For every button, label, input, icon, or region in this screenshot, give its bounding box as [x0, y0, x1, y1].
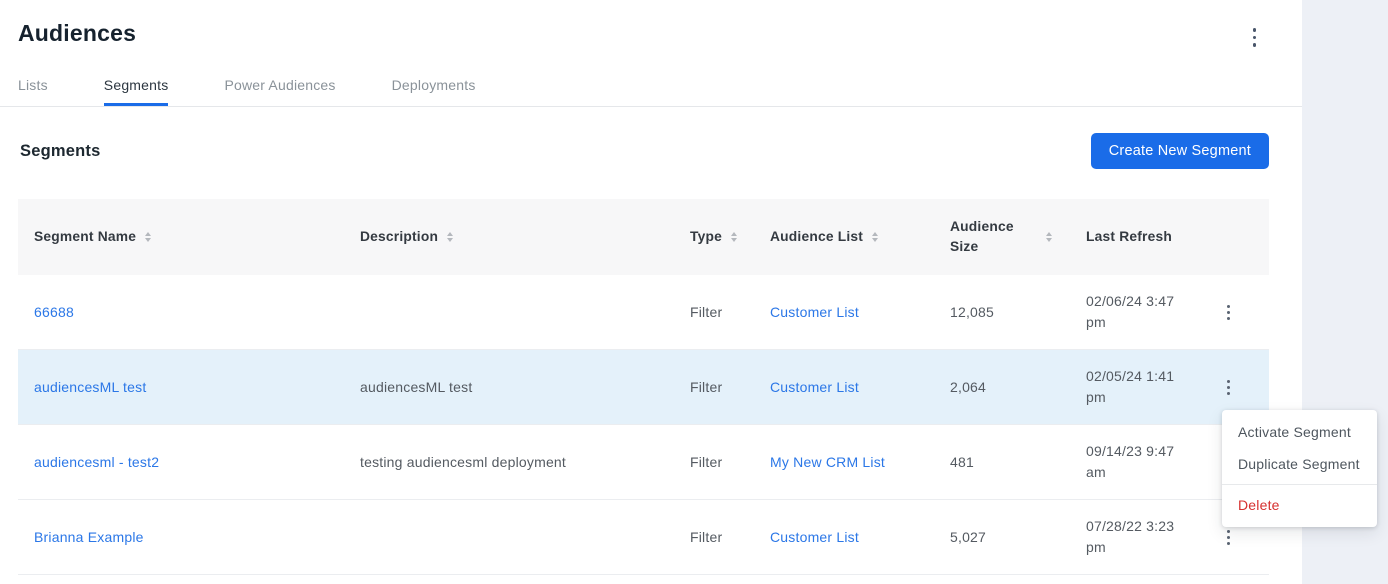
column-header-description: Description: [360, 227, 690, 247]
row-actions-icon[interactable]: [1223, 301, 1234, 324]
last-refresh-cell: 07/28/22 3:23 pm: [1086, 516, 1206, 558]
page-header: Audiences: [0, 0, 1302, 47]
type-cell: Filter: [690, 379, 770, 395]
audience-list-link[interactable]: Customer List: [770, 304, 859, 320]
sort-icon[interactable]: [1046, 232, 1052, 242]
segment-name-link[interactable]: 66688: [34, 304, 74, 320]
segment-name-link[interactable]: audiencesml - test2: [34, 454, 159, 470]
table-row-selected: audiencesML test audiencesML test Filter…: [18, 350, 1269, 425]
page-more-options-icon[interactable]: [1249, 24, 1261, 51]
last-refresh-cell: 02/06/24 3:47 pm: [1086, 291, 1206, 333]
sort-icon[interactable]: [731, 232, 737, 242]
page-title: Audiences: [18, 20, 1282, 47]
column-label: Last Refresh: [1086, 227, 1172, 247]
create-new-segment-button[interactable]: Create New Segment: [1091, 133, 1269, 169]
table-header-row: Segment Name Description Type Audience L…: [18, 199, 1269, 275]
section-header: Segments Create New Segment: [20, 133, 1269, 169]
menu-item-duplicate-segment[interactable]: Duplicate Segment: [1222, 448, 1377, 480]
tab-segments[interactable]: Segments: [104, 77, 169, 106]
segments-table: Segment Name Description Type Audience L…: [18, 199, 1269, 575]
last-refresh-cell: 02/05/24 1:41 pm: [1086, 366, 1206, 408]
type-cell: Filter: [690, 304, 770, 320]
column-label: Description: [360, 227, 438, 247]
column-header-audience-size: Audience Size: [950, 217, 1086, 257]
menu-divider: [1222, 484, 1377, 485]
column-label: Segment Name: [34, 227, 136, 247]
column-label: Type: [690, 227, 722, 247]
audiences-panel: Audiences Lists Segments Power Audiences…: [0, 0, 1302, 584]
row-context-menu: Activate Segment Duplicate Segment Delet…: [1222, 410, 1377, 527]
type-cell: Filter: [690, 529, 770, 545]
tab-deployments[interactable]: Deployments: [392, 77, 476, 106]
audience-list-link[interactable]: Customer List: [770, 379, 859, 395]
audience-list-link[interactable]: My New CRM List: [770, 454, 885, 470]
column-header-audience-list: Audience List: [770, 227, 950, 247]
menu-item-delete[interactable]: Delete: [1222, 489, 1377, 521]
column-header-segment-name: Segment Name: [18, 227, 360, 247]
row-actions-icon[interactable]: [1223, 526, 1234, 549]
column-header-type: Type: [690, 227, 770, 247]
type-cell: Filter: [690, 454, 770, 470]
table-row: audiencesml - test2 testing audiencesml …: [18, 425, 1269, 500]
last-refresh-cell: 09/14/23 9:47 am: [1086, 441, 1206, 483]
sort-icon[interactable]: [145, 232, 151, 242]
description-cell: testing audiencesml deployment: [360, 454, 690, 470]
sort-icon[interactable]: [872, 232, 878, 242]
audience-size-cell: 12,085: [950, 304, 1086, 320]
tab-lists[interactable]: Lists: [18, 77, 48, 106]
table-row: 66688 Filter Customer List 12,085 02/06/…: [18, 275, 1269, 350]
sort-icon[interactable]: [447, 232, 453, 242]
app-root: Audiences Lists Segments Power Audiences…: [0, 0, 1388, 584]
table-row: Brianna Example Filter Customer List 5,0…: [18, 500, 1269, 575]
segment-name-link[interactable]: Brianna Example: [34, 529, 144, 545]
tab-bar: Lists Segments Power Audiences Deploymen…: [0, 77, 1302, 107]
description-cell: audiencesML test: [360, 379, 690, 395]
column-label: Audience Size: [950, 217, 1024, 257]
audience-size-cell: 5,027: [950, 529, 1086, 545]
audience-list-link[interactable]: Customer List: [770, 529, 859, 545]
row-actions-icon-active[interactable]: [1223, 376, 1234, 399]
section-title: Segments: [20, 142, 100, 161]
menu-item-activate-segment[interactable]: Activate Segment: [1222, 416, 1377, 448]
column-label: Audience List: [770, 227, 863, 247]
column-header-last-refresh: Last Refresh: [1086, 227, 1206, 247]
audience-size-cell: 2,064: [950, 379, 1086, 395]
segment-name-link[interactable]: audiencesML test: [34, 379, 146, 395]
audience-size-cell: 481: [950, 454, 1086, 470]
tab-power-audiences[interactable]: Power Audiences: [224, 77, 335, 106]
